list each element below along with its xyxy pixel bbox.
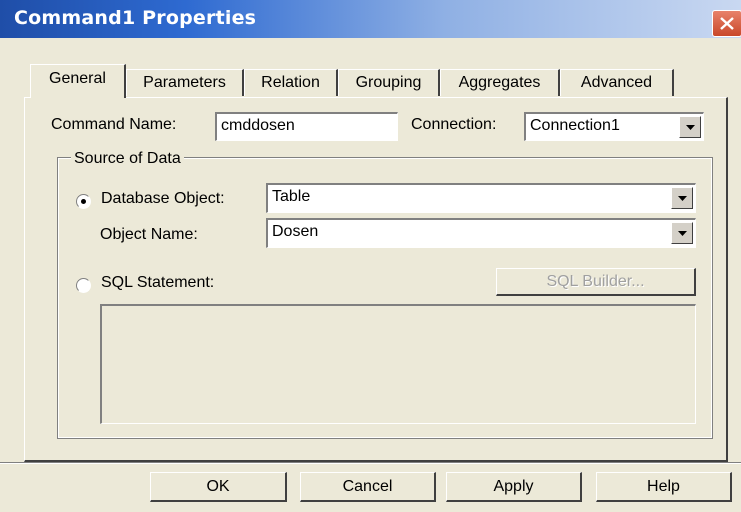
database-object-select[interactable]: Table [266, 183, 696, 213]
sql-statement-radio[interactable] [76, 278, 91, 293]
sql-statement-textarea[interactable] [100, 304, 696, 424]
close-icon [720, 17, 734, 30]
connection-value: Connection1 [530, 117, 620, 134]
tab-aggregates[interactable]: Aggregates [440, 69, 560, 96]
help-button[interactable]: Help [596, 472, 732, 502]
title-bar: Command1 Properties [0, 0, 741, 38]
connection-dropdown-button[interactable] [679, 116, 701, 138]
command-name-input[interactable]: cmddosen [215, 112, 398, 141]
database-object-label: Database Object: [101, 190, 225, 207]
object-name-dropdown-button[interactable] [671, 222, 693, 244]
connection-label: Connection: [411, 116, 497, 133]
connection-select[interactable]: Connection1 [524, 112, 704, 141]
database-object-radio[interactable] [76, 194, 91, 209]
cancel-button[interactable]: Cancel [300, 472, 436, 502]
radio-selected-dot [81, 199, 86, 204]
object-name-label: Object Name: [100, 226, 198, 243]
tab-relation[interactable]: Relation [244, 69, 338, 96]
apply-button[interactable]: Apply [446, 472, 582, 502]
tab-advanced[interactable]: Advanced [560, 69, 674, 96]
close-button[interactable] [712, 10, 741, 37]
database-object-dropdown-button[interactable] [671, 187, 693, 209]
tab-parameters[interactable]: Parameters [126, 69, 244, 96]
tab-grouping[interactable]: Grouping [338, 69, 440, 96]
source-of-data-label: Source of Data [71, 150, 184, 168]
chevron-down-icon [678, 231, 687, 236]
sql-builder-button[interactable]: SQL Builder... [496, 268, 696, 296]
chevron-down-icon [678, 196, 687, 201]
object-name-value: Dosen [272, 223, 319, 240]
sql-statement-label: SQL Statement: [101, 274, 215, 291]
window-title: Command1 Properties [14, 7, 257, 29]
chevron-down-icon [686, 125, 695, 130]
command-name-label: Command Name: [51, 116, 177, 133]
footer-separator [0, 462, 741, 464]
database-object-value: Table [272, 188, 311, 205]
tab-general[interactable]: General [30, 64, 126, 98]
ok-button[interactable]: OK [150, 472, 287, 502]
object-name-select[interactable]: Dosen [266, 218, 696, 248]
